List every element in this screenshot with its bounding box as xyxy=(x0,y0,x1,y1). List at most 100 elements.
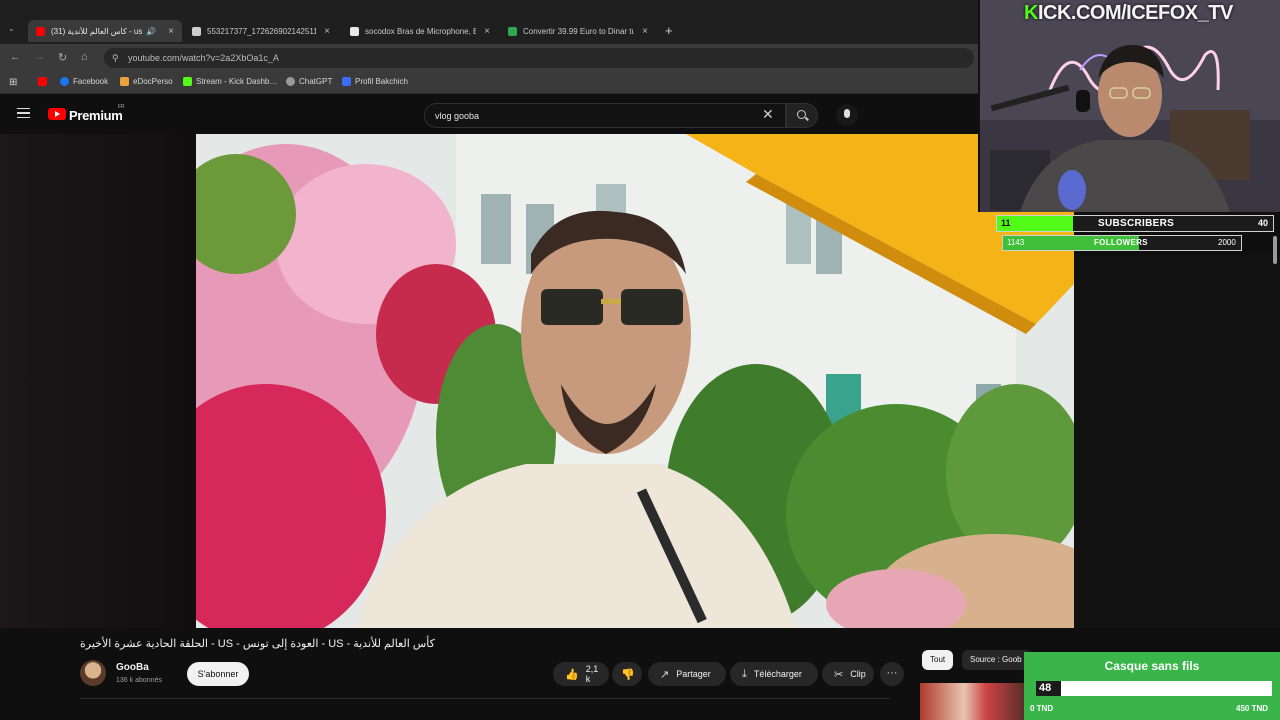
close-tab-icon[interactable]: × xyxy=(160,26,174,37)
tab-label: Convertir 39.99 Euro to Dinar tu… xyxy=(523,26,635,36)
kick-title-k: K xyxy=(1024,2,1038,24)
share-label: Partager xyxy=(676,669,711,679)
bookmark-edocperso[interactable]: eDocPerso xyxy=(120,77,173,86)
video-frame xyxy=(196,134,1074,628)
close-tab-icon[interactable]: × xyxy=(634,26,648,37)
clip-button[interactable]: ✂ Clip xyxy=(822,662,874,686)
recommendations-panel xyxy=(1075,255,1280,628)
subscribers-current: 11 xyxy=(1001,218,1011,228)
bookmark-kick-dashboard[interactable]: Stream - Kick Dashb… xyxy=(183,77,277,86)
tab-list-chevron-icon[interactable]: ⌄ xyxy=(8,24,15,33)
bookmark-label: ChatGPT xyxy=(299,77,333,86)
download-label: Télécharger xyxy=(753,669,802,679)
voice-search-mic-icon[interactable] xyxy=(836,104,858,126)
subscribers-label: SUBSCRIBERS xyxy=(1098,218,1175,229)
youtube-premium-logo[interactable]: Premium xyxy=(69,108,123,123)
bookmark-youtube[interactable] xyxy=(38,77,51,86)
share-icon: ↗ xyxy=(660,668,670,681)
speaker-icon[interactable]: 🔊 xyxy=(146,27,156,36)
followers-goal: 2000 xyxy=(1218,238,1236,247)
download-button[interactable]: ⤓ Télécharger xyxy=(730,662,818,686)
subscribe-button[interactable]: S'abonner xyxy=(187,662,249,686)
home-icon[interactable]: ⌂ xyxy=(81,51,88,63)
youtube-header: Premium FR vlog gooba ✕ xyxy=(0,94,980,134)
divider xyxy=(80,698,890,699)
donation-goal-min: 0 TND xyxy=(1030,704,1054,713)
donation-goal-value: 48 xyxy=(1039,682,1052,694)
close-tab-icon[interactable]: × xyxy=(316,26,330,37)
tab-label: (31) كأس العالم للأندية - us xyxy=(51,26,143,36)
amazon-favicon-icon xyxy=(350,26,359,36)
forward-icon[interactable]: → xyxy=(34,51,45,63)
search-query: vlog gooba xyxy=(435,111,480,121)
url-field[interactable]: ⚲ youtube.com/watch?v=2a2XbOa1c_A xyxy=(104,48,974,68)
video-player[interactable] xyxy=(196,134,1074,628)
like-button[interactable]: 👍 2,1 k xyxy=(553,662,609,686)
browser-tab-youtube[interactable]: (31) كأس العالم للأندية - us 🔊 × xyxy=(28,20,182,42)
donation-goal-track xyxy=(1036,681,1272,696)
bookmark-chatgpt[interactable]: ChatGPT xyxy=(286,77,332,86)
donation-goal-max: 450 TND xyxy=(1236,704,1269,713)
browser-tab-bar: ⌄ (31) كأس العالم للأندية - us 🔊 × 55321… xyxy=(0,0,980,44)
tab-label: socodox Bras de Microphone, B… xyxy=(365,26,477,36)
bookmarks-bar: ⊞ Facebook eDocPerso Stream - Kick Dashb… xyxy=(0,72,980,94)
more-actions-button[interactable]: ··· xyxy=(880,662,904,686)
kick-title-rest: ICK.COM/ICEFOX_TV xyxy=(1037,2,1233,24)
hamburger-menu-icon[interactable] xyxy=(17,108,30,118)
youtube-logo-icon[interactable] xyxy=(48,108,66,120)
followers-label: FOLLOWERS xyxy=(1094,238,1148,247)
channel-subscriber-count: 136 k abonnés xyxy=(116,677,162,684)
search-icon xyxy=(797,110,806,119)
tab-label: 553217377_172626902142511… xyxy=(207,26,317,36)
streamer-webcam xyxy=(978,0,1280,212)
search-input[interactable]: vlog gooba xyxy=(424,103,786,128)
url-text: youtube.com/watch?v=2a2XbOa1c_A xyxy=(128,53,279,63)
apps-grid-icon[interactable]: ⊞ xyxy=(9,77,17,88)
browser-address-bar: ← → ↻ ⌂ ⚲ youtube.com/watch?v=2a2XbOa1c_… xyxy=(0,44,980,72)
thumbs-down-icon: 👎 xyxy=(621,668,635,681)
new-tab-icon[interactable]: + xyxy=(665,23,673,38)
bakchich-icon xyxy=(342,77,351,86)
kick-icon xyxy=(183,77,192,86)
scissors-icon: ✂ xyxy=(834,668,844,681)
bookmark-profil-bakchich[interactable]: Profil Bakchich xyxy=(342,77,408,86)
reload-icon[interactable]: ↻ xyxy=(58,51,67,64)
filter-chip-all[interactable]: Tout xyxy=(922,650,954,670)
chatgpt-icon xyxy=(286,77,295,86)
share-button[interactable]: ↗ Partager xyxy=(648,662,726,686)
bookmark-facebook[interactable]: Facebook xyxy=(60,77,108,86)
globe-favicon-icon xyxy=(192,26,201,36)
recommended-video-thumbnail[interactable] xyxy=(920,683,1030,720)
converter-favicon-icon xyxy=(508,26,517,36)
browser-tab-amazon[interactable]: socodox Bras de Microphone, B… × xyxy=(342,20,498,42)
webcam-frame xyxy=(980,0,1280,212)
bookmark-label: Facebook xyxy=(73,77,109,86)
close-tab-icon[interactable]: × xyxy=(476,26,490,37)
edocperso-icon xyxy=(120,77,129,86)
youtube-icon xyxy=(38,77,47,86)
bookmark-label: Stream - Kick Dashb… xyxy=(196,77,278,86)
back-icon[interactable]: ← xyxy=(10,51,21,63)
video-title: الحلقة الحادية عشرة الأخيرة - US - العود… xyxy=(80,638,435,650)
dislike-button[interactable]: 👎 xyxy=(612,662,642,686)
youtube-favicon-icon xyxy=(36,26,45,36)
filter-chip-source[interactable]: Source : Goob xyxy=(962,650,1032,670)
clip-label: Clip xyxy=(850,669,866,679)
browser-tab-image[interactable]: 553217377_172626902142511… × xyxy=(184,20,338,42)
download-icon: ⤓ xyxy=(742,667,747,680)
bookmark-label: Profil Bakchich xyxy=(355,77,408,86)
channel-name[interactable]: GooBa xyxy=(116,662,149,673)
followers-current: 1143 xyxy=(1007,238,1025,247)
clear-search-icon[interactable]: ✕ xyxy=(762,106,774,123)
facebook-icon xyxy=(60,77,69,86)
thumbs-up-icon: 👍 xyxy=(565,668,579,681)
country-code: FR xyxy=(118,104,125,110)
search-button[interactable] xyxy=(786,103,818,128)
scrollbar-thumb[interactable] xyxy=(1273,236,1277,264)
browser-tab-converter[interactable]: Convertir 39.99 Euro to Dinar tu… × xyxy=(500,20,656,42)
bookmark-label: eDocPerso xyxy=(133,77,173,86)
like-count: 2,1 k xyxy=(585,664,599,684)
site-info-icon[interactable]: ⚲ xyxy=(112,48,119,68)
kick-channel-title: KICK.COM/ICEFOX_TV xyxy=(1024,2,1233,25)
channel-avatar[interactable] xyxy=(80,660,106,686)
